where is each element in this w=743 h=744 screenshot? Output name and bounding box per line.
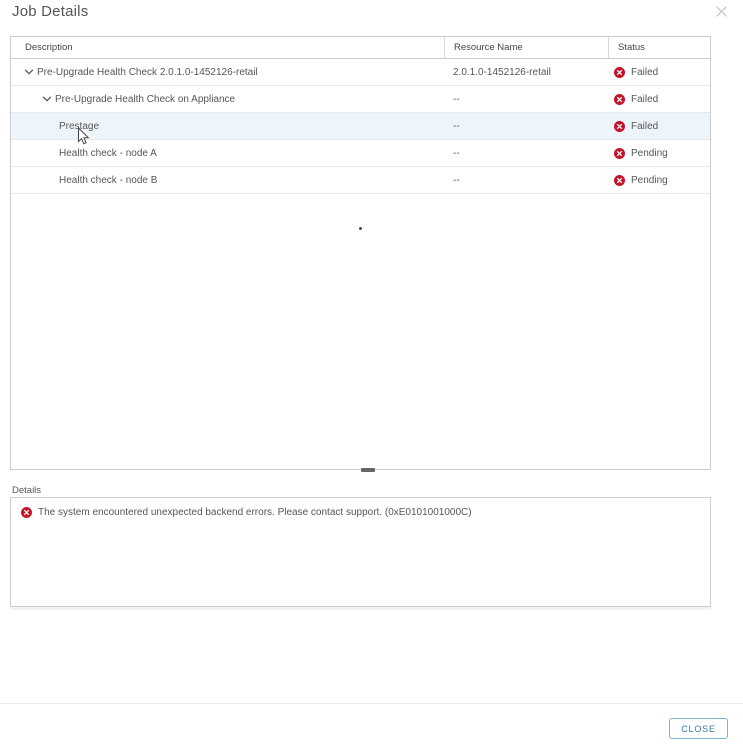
- row-status: Pending: [631, 175, 668, 186]
- details-label: Details: [12, 485, 41, 496]
- column-header-status[interactable]: Status: [608, 37, 710, 58]
- row-status: Failed: [631, 67, 658, 78]
- error-circle-icon: [614, 175, 625, 186]
- row-status: Pending: [631, 148, 668, 159]
- row-status-cell: Failed: [608, 59, 710, 85]
- table-header-row: Description Resource Name Status: [11, 37, 710, 59]
- error-circle-icon: [21, 507, 32, 518]
- close-button[interactable]: CLOSE: [669, 718, 728, 739]
- column-header-description[interactable]: Description: [11, 37, 444, 58]
- details-message: The system encountered unexpected backen…: [38, 506, 472, 519]
- column-header-resource-name[interactable]: Resource Name: [444, 37, 608, 58]
- job-steps-table: Description Resource Name Status Pre-Upg…: [10, 36, 711, 470]
- stray-dot: [359, 227, 362, 230]
- row-description-cell: Health check - node B: [11, 167, 444, 193]
- error-circle-icon: [614, 148, 625, 159]
- row-status-cell: Pending: [608, 140, 710, 166]
- row-resource-name: 2.0.1.0-1452126-retail: [444, 59, 608, 85]
- row-description: Health check - node B: [59, 175, 157, 186]
- row-description-cell: Health check - node A: [11, 140, 444, 166]
- dialog-footer: CLOSE: [0, 703, 743, 744]
- dialog-title: Job Details: [12, 3, 88, 20]
- chevron-down-icon[interactable]: [41, 93, 53, 105]
- resize-handle[interactable]: [361, 468, 375, 472]
- job-details-dialog: Job Details Description Resource Name St…: [0, 0, 743, 744]
- error-circle-icon: [614, 67, 625, 78]
- row-resource-name: --: [444, 167, 608, 193]
- table-row[interactable]: Pre-Upgrade Health Check on Appliance --…: [11, 86, 710, 113]
- table-row[interactable]: Prestage -- Failed: [11, 113, 710, 140]
- details-panel: The system encountered unexpected backen…: [10, 497, 711, 607]
- row-status: Failed: [631, 121, 658, 132]
- row-status-cell: Pending: [608, 167, 710, 193]
- error-circle-icon: [614, 121, 625, 132]
- row-status-cell: Failed: [608, 113, 710, 139]
- error-circle-icon: [614, 94, 625, 105]
- table-row[interactable]: Health check - node A -- Pending: [11, 140, 710, 167]
- table-row[interactable]: Health check - node B -- Pending: [11, 167, 710, 194]
- table-body: Pre-Upgrade Health Check 2.0.1.0-1452126…: [11, 59, 710, 194]
- row-description: Pre-Upgrade Health Check 2.0.1.0-1452126…: [37, 67, 258, 78]
- row-description: Health check - node A: [59, 148, 157, 159]
- table-row[interactable]: Pre-Upgrade Health Check 2.0.1.0-1452126…: [11, 59, 710, 86]
- close-icon[interactable]: [715, 5, 728, 18]
- row-description: Pre-Upgrade Health Check on Appliance: [55, 94, 235, 105]
- row-description-cell: Pre-Upgrade Health Check 2.0.1.0-1452126…: [11, 59, 444, 85]
- row-description-cell: Pre-Upgrade Health Check on Appliance: [11, 86, 444, 112]
- row-resource-name: --: [444, 86, 608, 112]
- row-description: Prestage: [59, 121, 99, 132]
- row-resource-name: --: [444, 140, 608, 166]
- row-description-cell: Prestage: [11, 113, 444, 139]
- row-status: Failed: [631, 94, 658, 105]
- chevron-down-icon[interactable]: [23, 66, 35, 78]
- row-resource-name: --: [444, 113, 608, 139]
- row-status-cell: Failed: [608, 86, 710, 112]
